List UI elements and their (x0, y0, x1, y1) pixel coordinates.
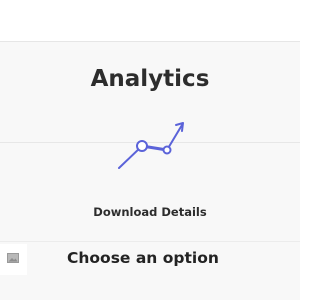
image-placeholder-icon (7, 253, 19, 263)
analytics-trend-icon (118, 122, 184, 169)
download-details-link[interactable]: Download Details (0, 204, 300, 220)
choose-option-label[interactable]: Choose an option (67, 247, 219, 269)
card-title: Analytics (90, 66, 210, 92)
top-bar (0, 0, 300, 41)
screen: Analytics Download Details Choose an opt… (0, 0, 300, 300)
